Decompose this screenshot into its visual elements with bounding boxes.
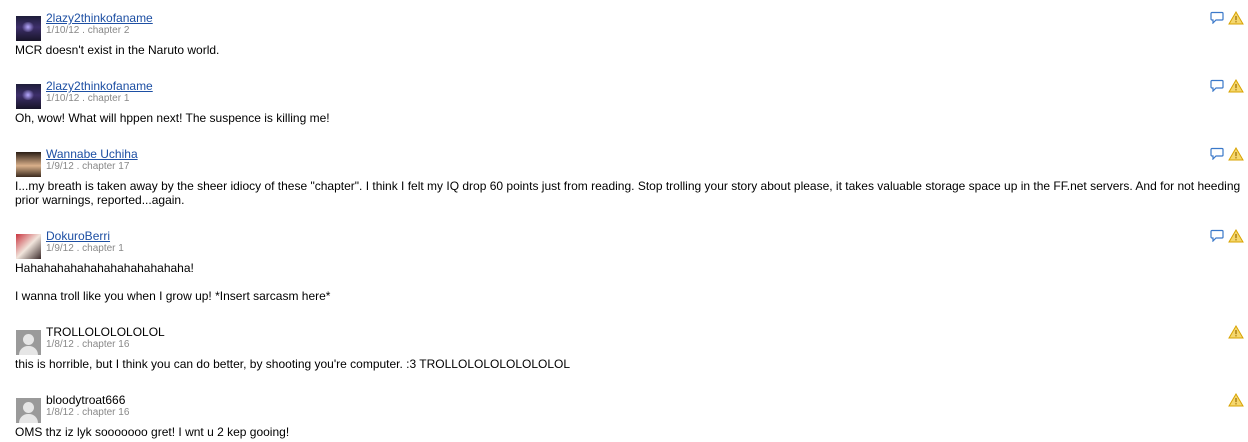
user-avatar[interactable]: [16, 84, 41, 109]
meta-separator: .: [73, 407, 83, 418]
review-chapter: chapter 1: [87, 93, 130, 104]
review-date: 1/10/12: [46, 25, 80, 36]
review-meta: 1/8/12 . chapter 16: [46, 407, 129, 419]
avatar-highlight: [21, 90, 35, 100]
review-author: TROLLOLOLOLOLOL: [46, 325, 165, 339]
review-chapter: chapter 2: [87, 25, 130, 36]
review-author-link[interactable]: Wannabe Uchiha: [46, 147, 138, 161]
review-author-link[interactable]: DokuroBerri: [46, 229, 110, 243]
review-chapter: chapter 1: [82, 243, 124, 254]
reply-speech-bubble-icon[interactable]: [1210, 147, 1224, 160]
review-date: 1/8/12: [46, 339, 74, 350]
review-paragraph: OMS thz iz lyk sooooooo gret! I wnt u 2 …: [15, 425, 290, 439]
default-user-avatar: [16, 330, 41, 355]
meta-separator: .: [73, 339, 83, 350]
review-chapter: chapter 16: [82, 407, 130, 418]
review-meta: 1/9/12 . chapter 17: [46, 161, 129, 173]
review-text: MCR doesn't exist in the Naruto world.: [15, 43, 1243, 57]
review-paragraph: I wanna troll like you when I grow up! *…: [15, 289, 331, 303]
review-date: 1/9/12: [46, 243, 74, 254]
review-text: Oh, wow! What will hppen next! The suspe…: [15, 111, 1243, 125]
avatar-body: [19, 414, 38, 423]
review-author: bloodytroat666: [46, 393, 126, 407]
avatar-body: [19, 346, 38, 355]
avatar-highlight: [21, 22, 35, 32]
avatar-head: [23, 334, 34, 345]
report-warning-icon[interactable]: [1228, 229, 1244, 243]
review-text: I...my breath is taken away by the sheer…: [15, 179, 1243, 207]
default-user-avatar: [16, 398, 41, 423]
review-meta: 1/10/12 . chapter 1: [46, 93, 129, 105]
report-warning-icon[interactable]: [1228, 147, 1244, 161]
review-author-link[interactable]: 2lazy2thinkofaname: [46, 11, 153, 25]
review-paragraph: MCR doesn't exist in the Naruto world.: [15, 43, 220, 57]
reply-speech-bubble-icon[interactable]: [1210, 229, 1224, 242]
review-text: this is horrible, but I think you can do…: [15, 357, 1243, 371]
report-warning-icon[interactable]: [1228, 393, 1244, 407]
review-paragraph: I...my breath is taken away by the sheer…: [15, 179, 1241, 207]
meta-separator: .: [79, 25, 88, 36]
meta-separator: .: [73, 243, 83, 254]
review-paragraph: this is horrible, but I think you can do…: [15, 357, 571, 371]
review-date: 1/10/12: [46, 93, 80, 104]
reply-speech-bubble-icon[interactable]: [1210, 79, 1224, 92]
meta-separator: .: [73, 161, 83, 172]
review-paragraph: Hahahahahahahahahahahahaha!: [15, 261, 194, 275]
review-text: OMS thz iz lyk sooooooo gret! I wnt u 2 …: [15, 425, 1243, 439]
review-paragraph: Oh, wow! What will hppen next! The suspe…: [15, 111, 330, 125]
report-warning-icon[interactable]: [1228, 325, 1244, 339]
review-meta: 1/8/12 . chapter 16: [46, 339, 129, 351]
review-date: 1/8/12: [46, 407, 74, 418]
report-warning-icon[interactable]: [1228, 11, 1244, 25]
user-avatar[interactable]: [16, 234, 41, 259]
review-meta: 1/10/12 . chapter 2: [46, 25, 129, 37]
reply-speech-bubble-icon[interactable]: [1210, 11, 1224, 24]
meta-separator: .: [79, 93, 88, 104]
review-date: 1/9/12: [46, 161, 74, 172]
user-avatar[interactable]: [16, 16, 41, 41]
avatar-head: [23, 402, 34, 413]
review-chapter: chapter 17: [82, 161, 130, 172]
review-meta: 1/9/12 . chapter 1: [46, 243, 124, 255]
review-chapter: chapter 16: [82, 339, 130, 350]
review-author-link[interactable]: 2lazy2thinkofaname: [46, 79, 153, 93]
user-avatar[interactable]: [16, 152, 41, 177]
review-text: Hahahahahahahahahahahahaha! I wanna trol…: [15, 261, 1243, 303]
report-warning-icon[interactable]: [1228, 79, 1244, 93]
